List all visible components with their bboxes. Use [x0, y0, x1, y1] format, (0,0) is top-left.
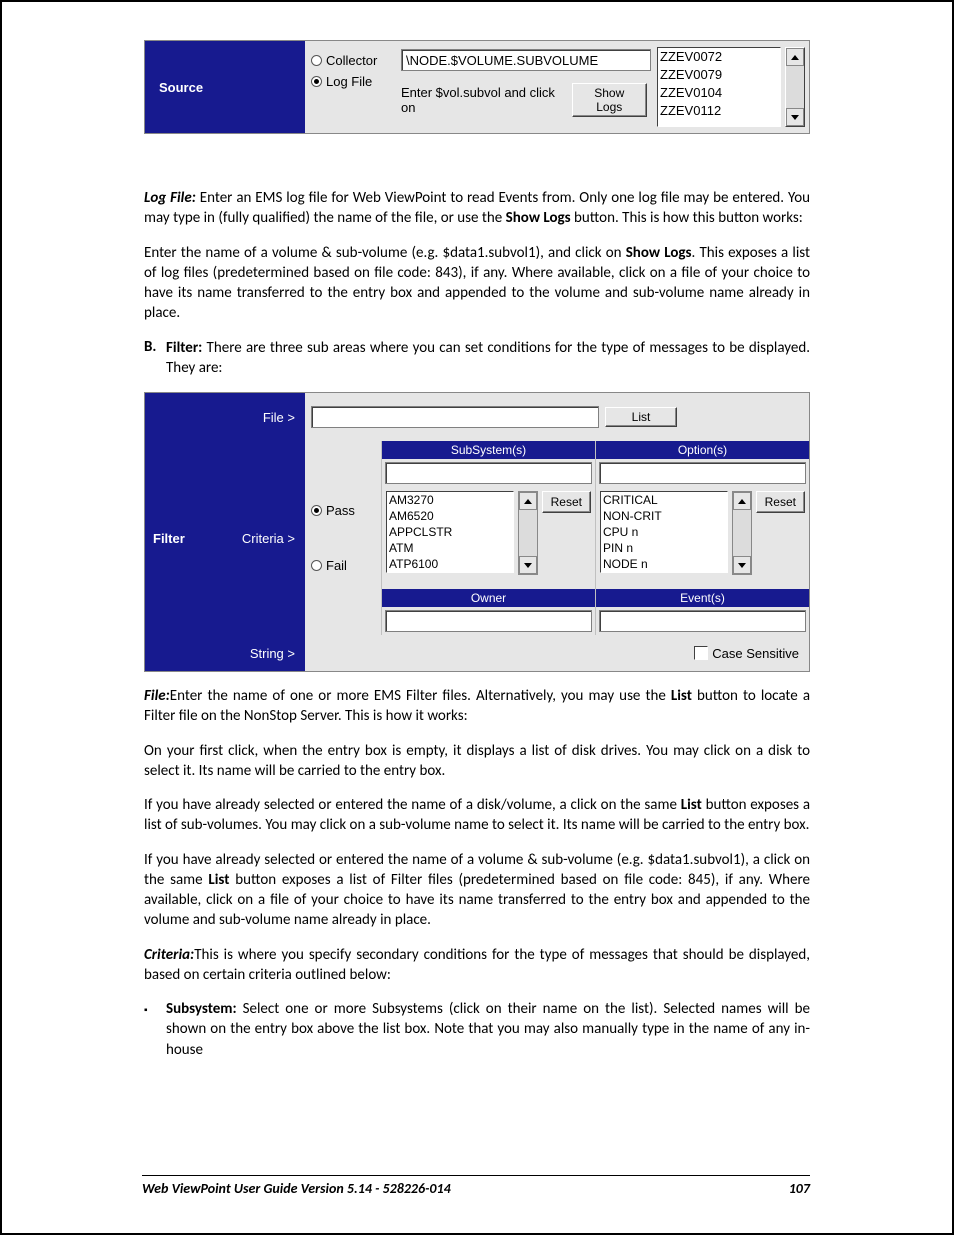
case-sensitive-label: Case Sensitive: [712, 646, 799, 661]
list-item[interactable]: CPU n: [603, 524, 727, 540]
reset-options-button[interactable]: Reset: [756, 491, 805, 513]
header-options: Option(s): [596, 441, 809, 459]
paragraph-logfile-1: Log File: Enter an EMS log file for Web …: [144, 188, 810, 229]
scroll-up-icon[interactable]: [786, 48, 804, 66]
page-footer: Web ViewPoint User Guide Version 5.14 - …: [142, 1175, 810, 1197]
scroll-down-icon[interactable]: [519, 556, 537, 574]
subsystems-scrollbar[interactable]: [518, 491, 538, 575]
source-path-input[interactable]: [401, 49, 651, 71]
radio-logfile[interactable]: Log File: [311, 74, 401, 89]
source-hint-text: Enter $vol.subvol and click on: [401, 85, 568, 115]
scroll-down-icon[interactable]: [733, 556, 751, 574]
list-item[interactable]: NON-CRIT: [603, 508, 727, 524]
scroll-down-icon[interactable]: [786, 108, 804, 126]
header-events: Event(s): [596, 589, 809, 607]
paragraph-file-4: If you have already selected or entered …: [144, 850, 810, 931]
bullet-subsystem: ▪ Subsystem: Select one or more Subsyste…: [144, 999, 810, 1060]
list-item[interactable]: ZZEV0112: [660, 102, 780, 120]
radio-pass[interactable]: Pass: [311, 503, 381, 518]
radio-collector-label: Collector: [326, 53, 377, 68]
list-item[interactable]: ATP6100: [389, 556, 513, 572]
filter-row-criteria-label: Filter Criteria >: [145, 441, 305, 635]
section-b: B. Filter: There are three sub areas whe…: [144, 338, 810, 379]
source-panel: Source Collector Log File: [144, 40, 810, 134]
list-button[interactable]: List: [605, 407, 677, 427]
scroll-up-icon[interactable]: [733, 492, 751, 510]
list-item[interactable]: AM6520: [389, 508, 513, 524]
filter-row-string-label: String >: [145, 635, 305, 671]
header-subsystems: SubSystem(s): [382, 441, 595, 459]
case-sensitive-checkbox[interactable]: [694, 646, 708, 660]
list-item[interactable]: PIN n: [603, 540, 727, 556]
filter-row-file-label: File >: [145, 393, 305, 441]
source-log-list[interactable]: ZZEV0072 ZZEV0079 ZZEV0104 ZZEV0112: [657, 47, 781, 127]
scroll-up-icon[interactable]: [519, 492, 537, 510]
paragraph-file-3: If you have already selected or entered …: [144, 795, 810, 836]
subsystems-input[interactable]: [385, 462, 592, 484]
list-item[interactable]: ATM: [389, 540, 513, 556]
radio-collector[interactable]: Collector: [311, 53, 401, 68]
radio-logfile-label: Log File: [326, 74, 372, 89]
radio-icon: [311, 505, 322, 516]
list-item[interactable]: NODE n: [603, 556, 727, 572]
source-header: Source: [145, 41, 305, 133]
show-logs-button[interactable]: Show Logs: [572, 83, 647, 117]
events-input[interactable]: [599, 610, 806, 632]
list-item[interactable]: AM3270: [389, 492, 513, 508]
footer-page-number: 107: [789, 1180, 810, 1197]
list-item[interactable]: ZZEV0104: [660, 84, 780, 102]
subsystems-list[interactable]: AM3270 AM6520 APPCLSTR ATM ATP6100: [386, 491, 514, 573]
section-b-letter: B.: [144, 338, 166, 379]
paragraph-criteria: Criteria:This is where you specify secon…: [144, 945, 810, 986]
footer-title: Web ViewPoint User Guide Version 5.14 - …: [142, 1180, 451, 1197]
filter-title: Filter: [153, 531, 185, 546]
header-owner: Owner: [382, 589, 595, 607]
options-list[interactable]: CRITICAL NON-CRIT CPU n PIN n NODE n: [600, 491, 728, 573]
source-title: Source: [159, 80, 203, 95]
radio-fail[interactable]: Fail: [311, 558, 381, 573]
radio-fail-label: Fail: [326, 558, 347, 573]
radio-icon: [311, 560, 322, 571]
paragraph-file-2: On your first click, when the entry box …: [144, 741, 810, 782]
options-scrollbar[interactable]: [732, 491, 752, 575]
list-item[interactable]: APPCLSTR: [389, 524, 513, 540]
reset-subsystems-button[interactable]: Reset: [542, 491, 591, 513]
radio-pass-label: Pass: [326, 503, 355, 518]
list-item[interactable]: CRITICAL: [603, 492, 727, 508]
owner-input[interactable]: [385, 610, 592, 632]
filter-panel: File > Filter Criteria > String > List: [144, 392, 810, 672]
filter-file-input[interactable]: [311, 406, 599, 428]
radio-icon: [311, 76, 322, 87]
paragraph-file-1: File:Enter the name of one or more EMS F…: [144, 686, 810, 727]
list-item[interactable]: ZZEV0072: [660, 48, 780, 66]
options-input[interactable]: [599, 462, 806, 484]
paragraph-logfile-2: Enter the name of a volume & sub-volume …: [144, 243, 810, 324]
list-item[interactable]: ZZEV0079: [660, 66, 780, 84]
radio-icon: [311, 55, 322, 66]
source-list-scrollbar[interactable]: [785, 47, 805, 127]
